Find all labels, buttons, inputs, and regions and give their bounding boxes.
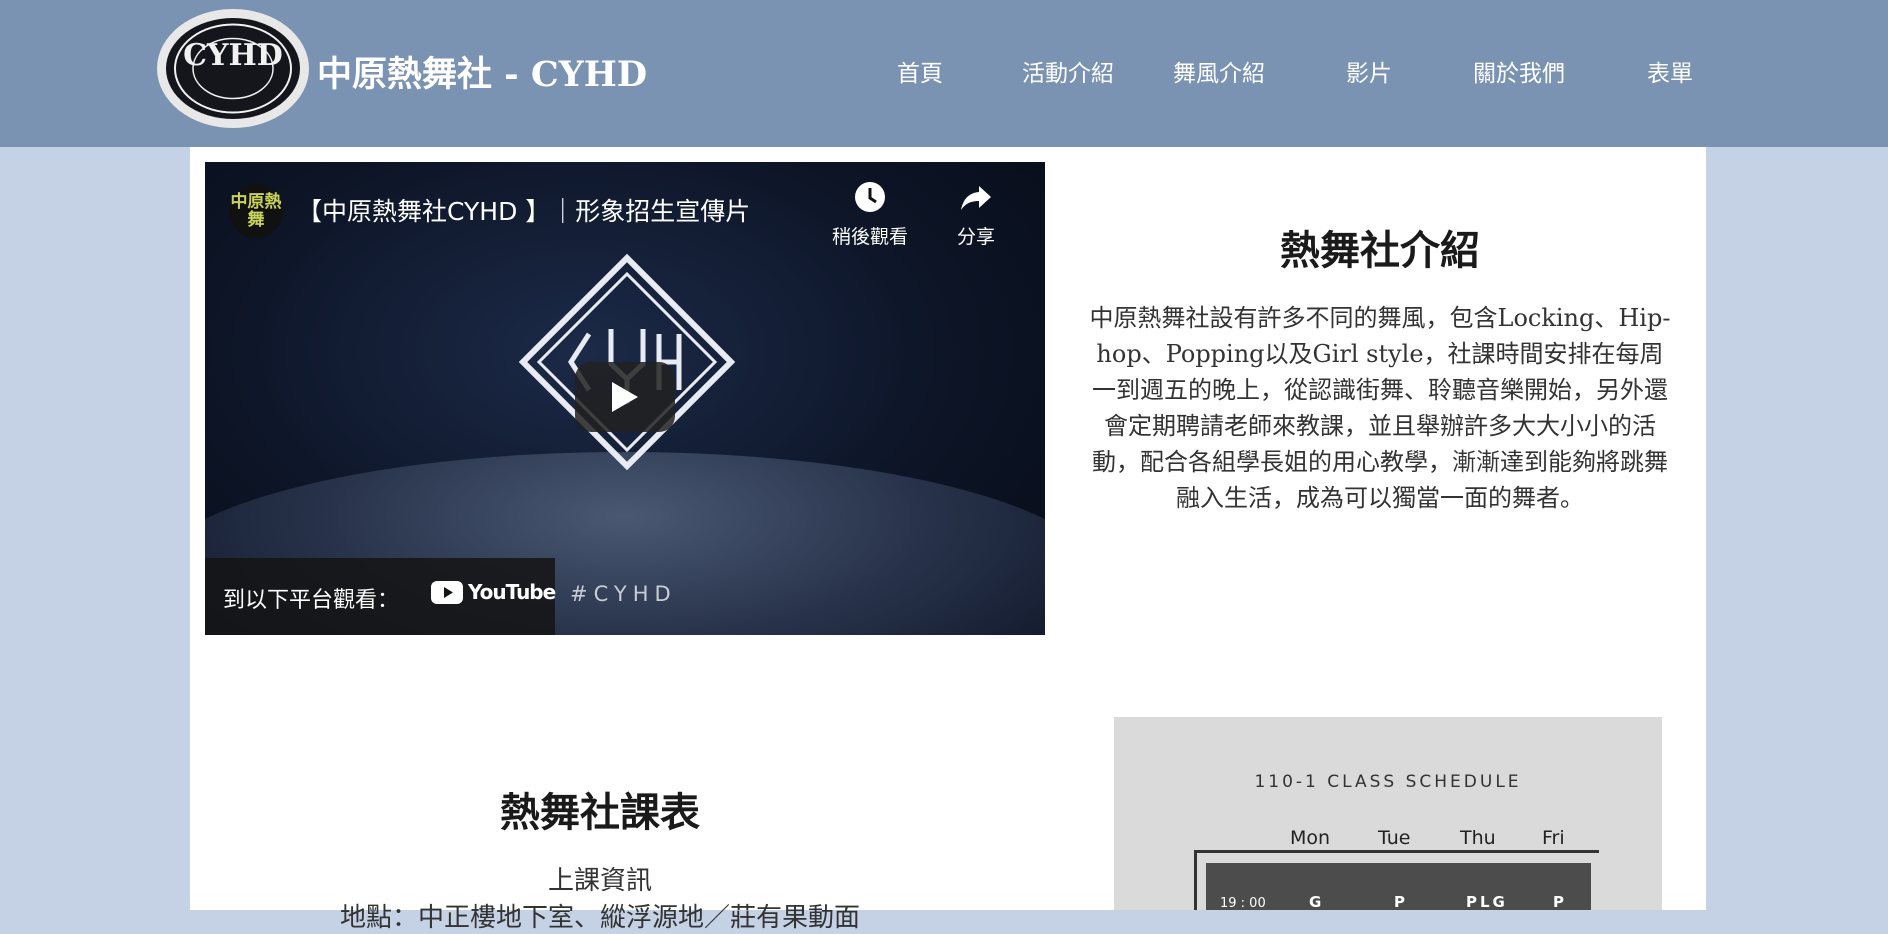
intro-heading: 熱舞社介紹 [1280,228,1480,274]
poster-title: 110-1 CLASS SCHEDULE [1254,772,1522,792]
schedule-heading: 熱舞社課表 [500,790,700,836]
watch-later-button[interactable]: 稍後觀看 [825,180,915,249]
video-title[interactable]: 【中原熱舞社CYHD 】｜形象招生宣傳片 [297,192,750,228]
video-hashtag: #CYHD [570,582,677,606]
schedule-grid-line [1194,850,1599,853]
slot-cell-thu: PLG [1466,893,1508,910]
schedule-subheading: 上課資訊 [547,866,652,896]
logo-letters: CYHD [183,38,283,73]
site-title[interactable]: 中原熱舞社 - CYHD [317,46,647,97]
play-icon [612,382,638,412]
day-fri: Fri [1542,827,1565,849]
watch-on-label: 到以下平台觀看： [223,588,400,613]
youtube-logo-link[interactable]: YouTube [431,580,556,604]
share-button[interactable]: 分享 [931,180,1021,249]
share-label: 分享 [956,226,995,248]
logo-badge: CYHD [166,18,300,119]
nav-videos[interactable]: 影片 [1346,54,1392,88]
clock-icon [855,182,885,212]
youtube-icon [431,580,463,604]
nav-form[interactable]: 表單 [1647,54,1693,88]
club-logo[interactable]: CYHD [157,9,309,128]
watch-later-label: 稍後觀看 [831,226,908,248]
nav-about[interactable]: 關於我們 [1473,54,1565,88]
youtube-embed[interactable]: 中原熱舞 【中原熱舞社CYHD 】｜形象招生宣傳片 稍後觀看 分享 到以下平台觀… [205,162,1045,635]
day-tue: Tue [1378,827,1411,849]
day-thu: Thu [1460,827,1496,849]
nav-home[interactable]: 首頁 [897,54,943,88]
class-schedule-poster: 110-1 CLASS SCHEDULE Mon Tue Thu Fri 19 … [1114,717,1662,910]
slot-time: 19 : 00 [1220,896,1266,910]
channel-avatar[interactable]: 中原熱舞 [229,184,283,238]
slot-cell-tue: P [1394,893,1408,910]
intro-body: 中原熱舞社設有許多不同的舞風，包含Locking、Hip-hop、Popping… [1089,304,1671,512]
schedule-grid-edge [1194,850,1197,910]
schedule-slot: 19 : 00 G P PLG P [1206,863,1591,910]
share-icon [961,186,991,210]
slot-cell-fri: P [1553,893,1567,910]
day-mon: Mon [1290,827,1331,849]
watch-on-youtube-bar: 到以下平台觀看： YouTube [205,558,556,635]
youtube-wordmark: YouTube [468,580,556,604]
nav-events[interactable]: 活動介紹 [1022,54,1114,88]
schedule-location: 地點：中正樓地下室、縱浮源地／莊有果動面 [339,903,860,933]
slot-cell-mon: G [1309,893,1325,910]
play-button[interactable] [575,362,675,432]
nav-dance-styles[interactable]: 舞風介紹 [1173,54,1265,88]
site-header: CYHD 中原熱舞社 - CYHD 首頁 活動介紹 舞風介紹 影片 關於我們 表… [0,0,1888,147]
